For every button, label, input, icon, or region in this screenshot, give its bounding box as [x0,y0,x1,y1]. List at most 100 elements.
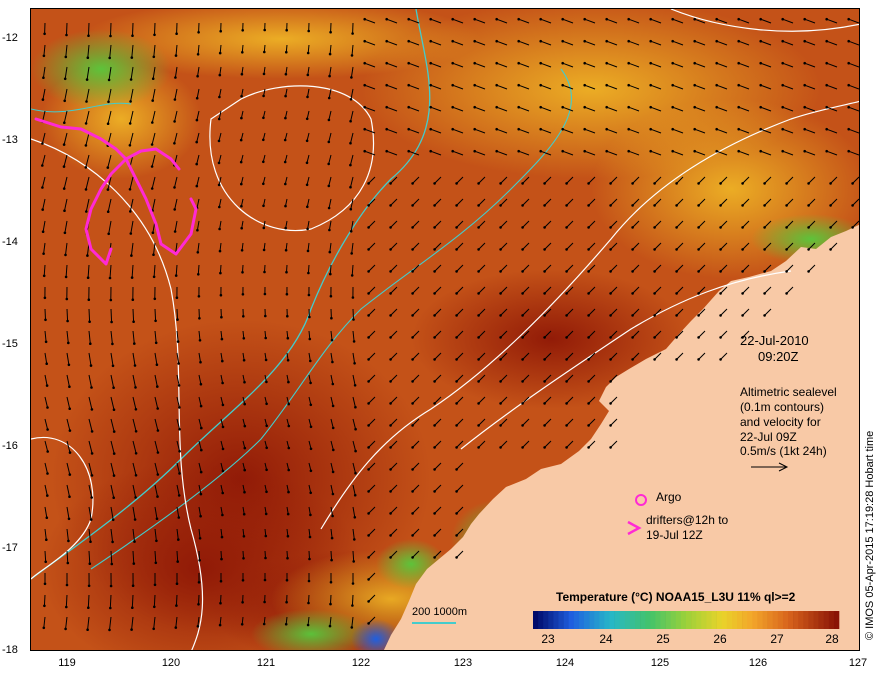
drifter-label: 19-Jul 12Z [646,528,703,542]
velocity-arrowhead [565,270,568,273]
velocity-arrowhead [429,83,433,87]
velocity-arrowhead [741,292,744,295]
velocity-arrowhead [385,149,389,153]
colorbar-cell [548,611,554,629]
velocity-arrowhead [671,61,674,65]
velocity-arrowhead [455,446,458,449]
velocity-arrowhead [87,34,90,37]
velocity-arrowhead [785,204,788,207]
lon-tick: 121 [256,657,276,669]
velocity-arrowhead [587,270,590,273]
velocity-arrowhead [407,17,411,21]
velocity-arrowhead [112,474,116,477]
velocity-arrowhead [306,95,309,99]
colorbar-cell [609,611,615,629]
velocity-arrowhead [306,51,310,55]
velocity-arrowhead [68,473,72,476]
velocity-arrowhead [737,149,740,153]
velocity-arrowhead [330,536,334,540]
colorbar-tick: 24 [599,632,613,646]
lat-tick: -13 [2,134,18,146]
velocity-arrowhead [284,94,287,98]
velocity-arrowhead [195,162,198,166]
lon-tick: 119 [58,657,76,669]
velocity-arrowhead [649,83,652,87]
velocity-arrowhead [565,204,568,207]
colorbar-cell [604,611,610,629]
velocity-arrowhead [353,493,357,497]
velocity-arrowhead [328,52,332,56]
velocity-arrowhead [367,402,370,405]
velocity-arrowhead [68,495,71,499]
velocity-arrowhead [307,29,311,33]
velocity-arrowhead [693,127,696,131]
velocity-arrowhead [719,358,722,361]
velocity-arrowhead [671,39,674,43]
colorbar-cell [635,611,641,629]
velocity-arrowhead [455,358,458,361]
velocity-arrowhead [477,380,480,383]
velocity-arrow [110,308,113,323]
velocity-arrowhead [517,105,520,109]
velocity-arrowhead [367,204,370,207]
velocity-arrowhead [307,271,310,275]
velocity-arrowhead [451,127,455,131]
velocity-arrowhead [196,625,200,628]
velocity-arrowhead [455,182,458,185]
velocity-arrowhead [195,96,199,100]
velocity-arrowhead [287,490,290,494]
velocity-arrowhead [719,226,722,229]
velocity-arrowhead [433,446,436,449]
velocity-arrowhead [286,314,289,318]
velocity-arrowhead [176,318,179,321]
velocity-arrowhead [90,474,94,477]
velocity-arrowhead [243,468,246,472]
velocity-arrowhead [455,336,458,339]
velocity-arrowhead [265,402,268,406]
velocity-arrowhead [220,337,224,341]
velocity-arrowhead [367,226,370,229]
velocity-arrowhead [763,314,766,317]
velocity-arrowhead [286,556,289,560]
velocity-arrowhead [351,582,355,585]
velocity-arrowhead [309,447,313,451]
velocity-arrowhead [262,248,266,252]
velocity-arrowhead [87,298,91,302]
velocity-arrowhead [265,468,268,472]
velocity-arrowhead [825,61,828,65]
colorbar-cell [747,611,753,629]
velocity-arrowhead [539,105,542,109]
velocity-arrowhead [331,360,334,364]
velocity-arrowhead [455,534,458,537]
velocity-arrowhead [631,226,634,229]
velocity-arrowhead [45,516,49,519]
velocity-arrowhead [63,121,66,124]
velocity-arrowhead [411,182,414,185]
velocity-arrowhead [241,271,244,274]
velocity-arrowhead [174,626,178,629]
velocity-arrowhead [349,163,352,167]
velocity-arrowhead [473,61,477,65]
velocity-arrowhead [110,320,113,324]
velocity-arrowhead [477,358,480,361]
velocity-arrowhead [106,122,110,125]
velocity-arrowhead [521,248,524,251]
velocity-arrowhead [217,117,221,121]
lat-tick: -18 [2,644,18,656]
velocity-arrowhead [653,358,656,361]
velocity-arrowhead [309,469,313,473]
velocity-arrow [330,594,332,605]
velocity-arrowhead [128,188,132,191]
velocity-arrowhead [521,292,524,295]
velocity-arrowhead [151,231,155,234]
velocity-arrowhead [65,33,68,37]
velocity-arrowhead [675,270,678,273]
velocity-arrowhead [385,127,389,131]
velocity-arrowhead [539,17,542,21]
colorbar-title: Temperature (°C) NOAA15_L3U 11% ql>=2 [556,590,796,604]
velocity-arrowhead [263,292,267,296]
velocity-arrowhead [243,402,246,406]
colorbar-cell [670,611,677,629]
velocity-arrowhead [653,314,656,317]
colorbar-cell [716,611,722,629]
